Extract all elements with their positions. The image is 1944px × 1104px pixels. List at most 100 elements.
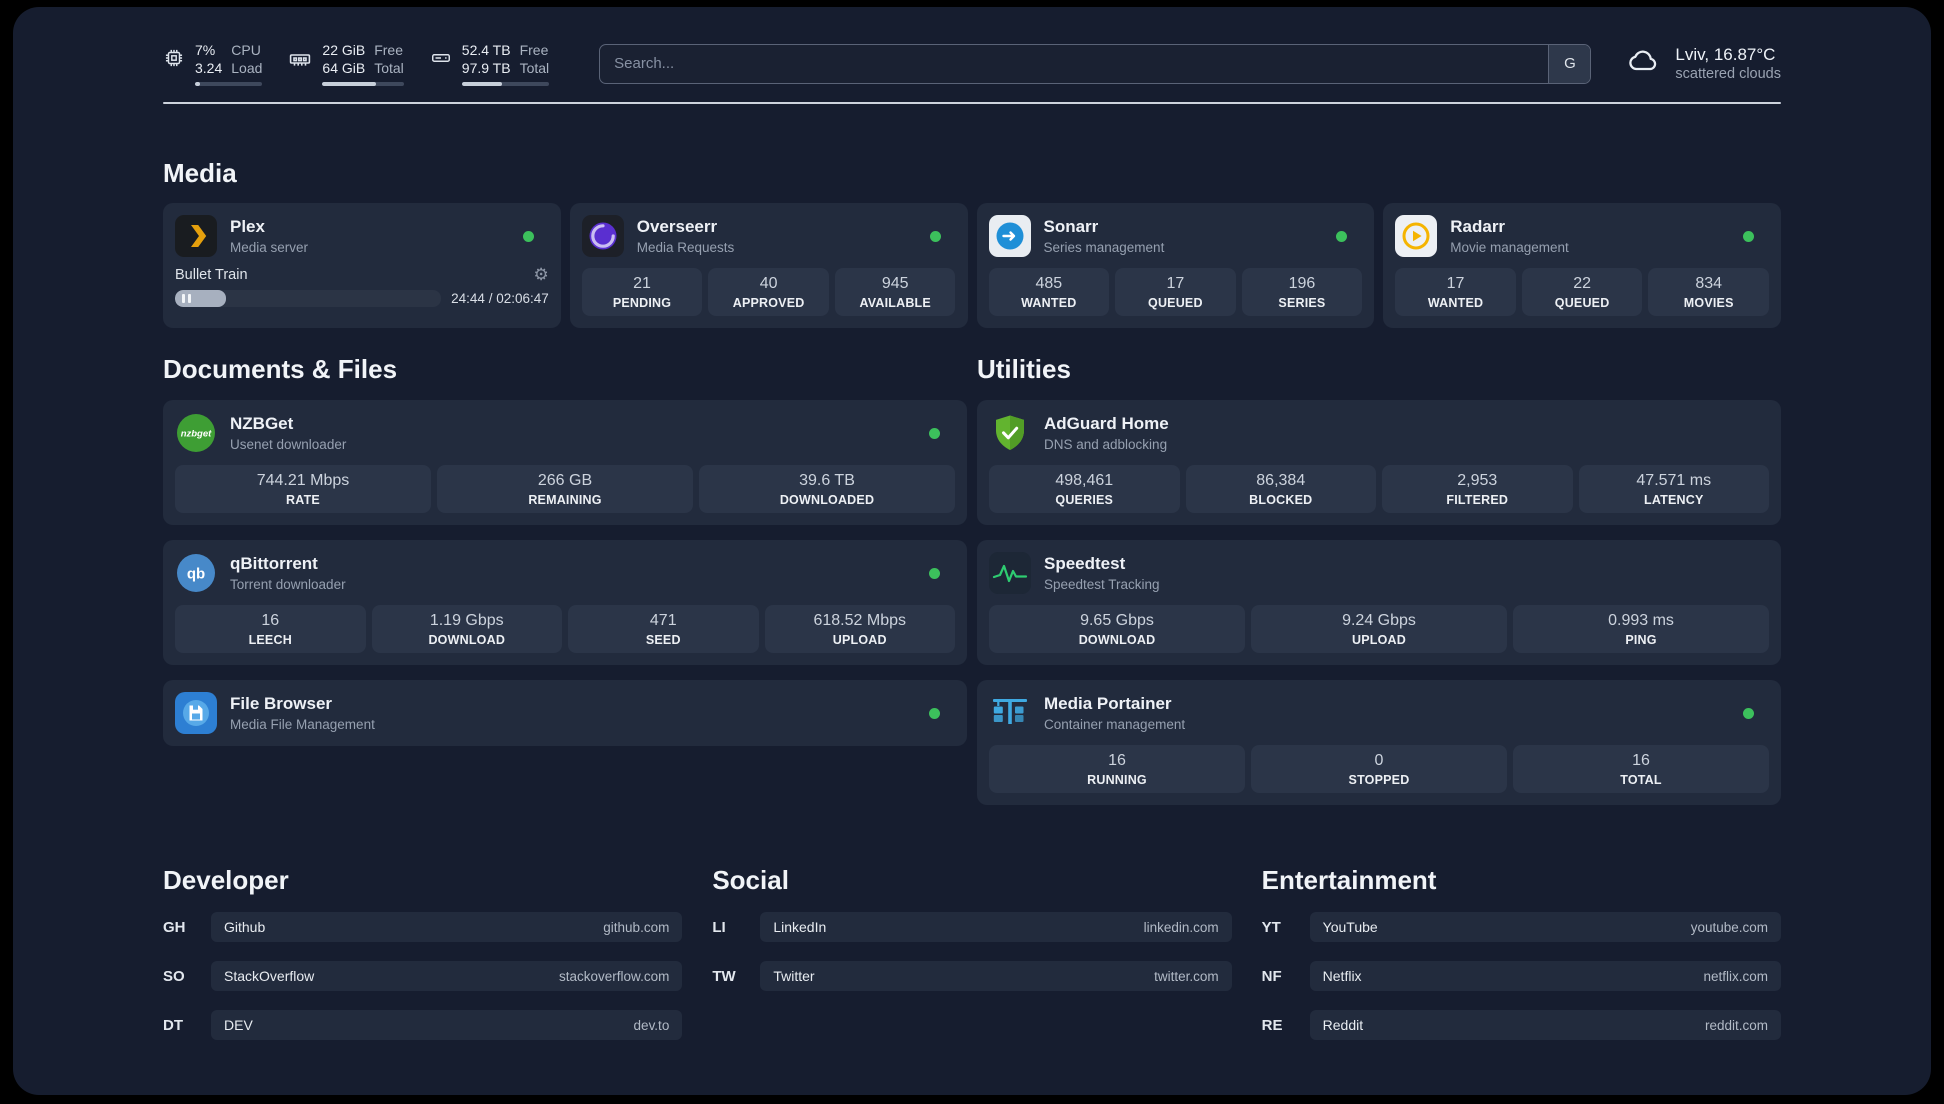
app-name: Radarr xyxy=(1450,217,1506,237)
qbittorrent-icon: qb xyxy=(175,552,217,594)
link-abbr: LI xyxy=(712,918,726,936)
link-abbr: RE xyxy=(1261,1016,1283,1034)
app-subtitle: Series management xyxy=(1043,240,1165,256)
portainer-icon xyxy=(989,692,1031,734)
top-bar: 7% 3.24 CPU Load 22 GiB 64 GiB Free Tota… xyxy=(163,7,1781,87)
settings-gear-icon[interactable]: ⚙ xyxy=(534,266,549,283)
link-abbr: SO xyxy=(163,967,185,985)
stat-box: 40 APPROVED xyxy=(708,268,829,317)
ram-usage-bar xyxy=(322,82,404,87)
svg-text:qb: qb xyxy=(187,566,205,583)
nzbget-card[interactable]: nzbget NZBGet Usenet downloader 744.21 M… xyxy=(163,400,967,526)
app-subtitle: Movie management xyxy=(1450,240,1569,256)
stat-box: 17 WANTED xyxy=(1395,268,1516,317)
stat-box: 945 AVAILABLE xyxy=(834,268,956,317)
stat-box: 0.993 ms PING xyxy=(1513,605,1769,654)
status-dot xyxy=(522,230,534,242)
app-subtitle: Media File Management xyxy=(230,717,375,733)
search-engine-button[interactable]: G xyxy=(1548,44,1591,83)
disk-free: 52.4 TB xyxy=(461,42,511,58)
disk-free-label: Free xyxy=(519,42,549,58)
overseerr-card[interactable]: Overseerr Media Requests 21 PENDING 40 APP… xyxy=(569,203,968,329)
status-dot xyxy=(929,427,940,439)
stat-box: 1.19 Gbps DOWNLOAD xyxy=(371,605,562,654)
link-youtube[interactable]: YouTube youtube.com xyxy=(1309,912,1781,943)
app-name: NZBGet xyxy=(230,414,294,434)
weather-location: Lviv, 16.87°C xyxy=(1675,45,1776,64)
documents-section-title: Documents & Files xyxy=(163,354,398,385)
app-subtitle: Container management xyxy=(1044,717,1186,733)
dashboard-page: 7% 3.24 CPU Load 22 GiB 64 GiB Free Tota… xyxy=(13,7,1931,1095)
utilities-section: Utilities AdGuard Home DNS and adblockin… xyxy=(977,354,1781,806)
playback-time: 24:44 / 02:06:47 xyxy=(451,291,549,307)
ram-icon xyxy=(288,47,312,71)
cloud-icon xyxy=(1623,45,1663,82)
link-github[interactable]: Github github.com xyxy=(211,912,683,943)
link-netflix[interactable]: Netflix netflix.com xyxy=(1309,961,1781,992)
playback-progress-bar[interactable] xyxy=(175,290,442,308)
link-dev[interactable]: DEV dev.to xyxy=(211,1010,683,1041)
search-input[interactable] xyxy=(600,44,1549,83)
filebrowser-card[interactable]: File Browser Media File Management xyxy=(163,680,967,747)
pause-icon[interactable] xyxy=(182,294,191,304)
app-name: Overseerr xyxy=(636,217,718,237)
disk-usage-widget: 52.4 TB 97.9 TB Free Total xyxy=(430,41,550,87)
stat-box: 86,384 BLOCKED xyxy=(1185,465,1376,514)
link-abbr: YT xyxy=(1261,918,1281,936)
link-twitter[interactable]: Twitter twitter.com xyxy=(760,961,1232,992)
status-dot xyxy=(929,707,940,719)
link-abbr: NF xyxy=(1261,967,1282,985)
header-divider xyxy=(163,102,1781,105)
ram-usage-widget: 22 GiB 64 GiB Free Total xyxy=(288,41,404,87)
stat-box: 21 PENDING xyxy=(581,268,703,317)
media-grid: Plex Media server Bullet Train ⚙ 24:44 /… xyxy=(163,203,1781,329)
stat-box: 2,953 FILTERED xyxy=(1382,465,1573,514)
stat-box: 485 WANTED xyxy=(988,268,1110,317)
app-subtitle: Media Requests xyxy=(636,240,735,256)
app-name: AdGuard Home xyxy=(1044,414,1169,434)
weather-widget[interactable]: Lviv, 16.87°C scattered clouds xyxy=(1623,44,1781,83)
social-links-section: Social LI LinkedIn linkedin.com TW Twitt… xyxy=(712,865,1232,1059)
app-subtitle: Torrent downloader xyxy=(230,577,346,593)
entertainment-section-title: Entertainment xyxy=(1261,865,1437,896)
qbittorrent-card[interactable]: qb qBittorrent Torrent downloader 16 LEEC… xyxy=(163,540,967,666)
stat-box: 498,461 QUERIES xyxy=(989,465,1180,514)
media-section-title: Media xyxy=(163,158,237,189)
link-linkedin[interactable]: LinkedIn linkedin.com xyxy=(760,912,1232,943)
radarr-icon xyxy=(1395,215,1438,258)
stat-box: 17 QUEUED xyxy=(1115,268,1236,317)
portainer-card[interactable]: Media Portainer Container management 16 R… xyxy=(977,680,1781,806)
plex-icon xyxy=(175,215,217,258)
cpu-usage-widget: 7% 3.24 CPU Load xyxy=(163,41,263,87)
social-section-title: Social xyxy=(712,865,789,896)
now-playing-title: Bullet Train xyxy=(175,266,248,283)
speedtest-icon xyxy=(989,552,1031,595)
stat-box: 16 RUNNING xyxy=(989,745,1245,794)
link-stackoverflow[interactable]: StackOverflow stackoverflow.com xyxy=(211,961,683,992)
adguard-icon xyxy=(989,412,1031,454)
disk-total-label: Total xyxy=(519,60,550,77)
stat-box: 471 SEED xyxy=(568,605,759,654)
speedtest-card[interactable]: Speedtest Speedtest Tracking 9.65 Gbps DO… xyxy=(977,540,1781,666)
ram-free: 22 GiB xyxy=(322,42,366,58)
adguard-card[interactable]: AdGuard Home DNS and adblocking 498,461 Q… xyxy=(977,400,1781,526)
cpu-load-label: Load xyxy=(231,60,263,77)
link-abbr: DT xyxy=(163,1016,183,1034)
link-abbr: GH xyxy=(163,918,186,936)
link-reddit[interactable]: Reddit reddit.com xyxy=(1309,1010,1781,1041)
status-dot xyxy=(1336,230,1348,242)
radarr-card[interactable]: Radarr Movie management 17 WANTED 22 QUEUE… xyxy=(1383,203,1781,329)
app-subtitle: Speedtest Tracking xyxy=(1044,577,1160,593)
stat-box: 47.571 ms LATENCY xyxy=(1578,465,1769,514)
sonarr-card[interactable]: Sonarr Series management 485 WANTED 17 QUE… xyxy=(976,203,1375,329)
plex-card[interactable]: Plex Media server Bullet Train ⚙ 24:44 /… xyxy=(163,203,561,329)
stat-box: 0 STOPPED xyxy=(1251,745,1507,794)
app-name: Speedtest xyxy=(1044,554,1126,574)
stat-box: 39.6 TB DOWNLOADED xyxy=(699,465,955,514)
disk-total: 97.9 TB xyxy=(461,60,511,77)
app-name: File Browser xyxy=(230,694,333,714)
stat-box: 16 LEECH xyxy=(175,605,366,654)
stat-box: 9.24 Gbps UPLOAD xyxy=(1251,605,1507,654)
stat-box: 196 SERIES xyxy=(1241,268,1363,317)
status-dot xyxy=(1743,230,1754,242)
